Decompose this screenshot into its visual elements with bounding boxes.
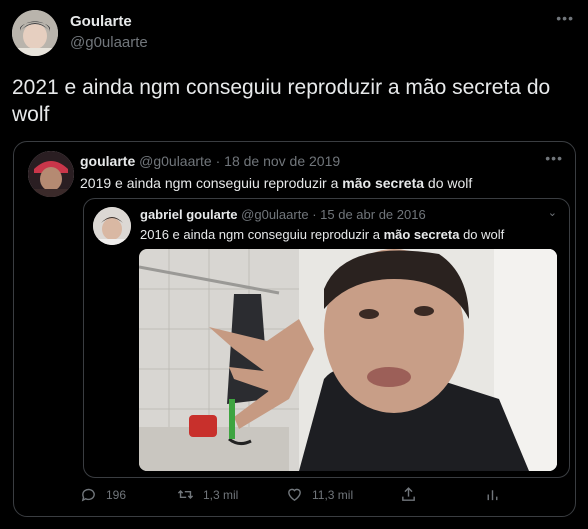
author-avatar[interactable] — [12, 10, 58, 56]
nested-text-part: do wolf — [459, 227, 505, 242]
tweet-text: 2021 e ainda ngm conseguiu reproduzir a … — [12, 76, 551, 126]
author-name[interactable]: Goularte — [70, 13, 132, 30]
quoted-date[interactable]: 18 de nov de 2019 — [224, 153, 340, 169]
nested-text-part: 2016 e ainda ngm conseguiu reproduzir a — [140, 227, 384, 242]
like-count: 11,3 mil — [312, 487, 354, 502]
share-button[interactable] — [400, 486, 417, 503]
quoted-tweet-text: 2019 e ainda ngm conseguiu reproduzir a … — [80, 175, 472, 191]
nested-quoted-tweet[interactable]: gabriel goularte @g0ulaarte · 15 de abr … — [83, 198, 570, 478]
reply-button[interactable]: 196 — [80, 486, 126, 503]
chevron-down-icon[interactable]: ⌄ — [548, 206, 557, 219]
more-icon[interactable]: ••• — [545, 150, 563, 166]
retweet-count: 1,3 mil — [203, 487, 239, 502]
nested-header: gabriel goularte @g0ulaarte · 15 de abr … — [140, 207, 426, 222]
nested-author-name[interactable]: gabriel goularte — [140, 207, 238, 222]
like-icon — [288, 488, 301, 502]
nested-author-avatar[interactable] — [93, 207, 131, 245]
separator-dot: · — [215, 153, 221, 169]
quoted-header: goularte @g0ulaarte · 18 de nov de 2019 — [80, 153, 340, 169]
quoted-text-part: do wolf — [424, 175, 473, 191]
action-bar: 196 1,3 mil 11,3 mil — [80, 486, 520, 506]
share-icon — [402, 487, 415, 501]
like-button[interactable]: 11,3 mil — [286, 486, 353, 503]
quoted-text-bold: mão secreta — [342, 175, 425, 191]
quoted-author-avatar[interactable] — [28, 151, 74, 197]
quoted-author-name[interactable]: goularte — [80, 153, 135, 169]
retweet-icon — [177, 489, 194, 500]
more-icon[interactable]: ••• — [556, 10, 574, 26]
author-handle[interactable]: @g0ulaarte — [70, 34, 148, 51]
separator-dot: · — [312, 207, 317, 222]
nested-tweet-text: 2016 e ainda ngm conseguiu reproduzir a … — [140, 227, 504, 242]
tweet-photo[interactable] — [139, 249, 557, 471]
nested-author-handle[interactable]: @g0ulaarte — [241, 207, 308, 222]
analytics-button[interactable] — [484, 486, 501, 503]
nested-date[interactable]: 15 de abr de 2016 — [320, 207, 426, 222]
quoted-author-handle[interactable]: @g0ulaarte — [139, 153, 212, 169]
reply-icon — [81, 488, 95, 502]
retweet-button[interactable]: 1,3 mil — [177, 486, 238, 503]
analytics-icon — [487, 490, 498, 501]
quoted-tweet[interactable]: goularte @g0ulaarte · 18 de nov de 2019 … — [13, 141, 576, 517]
reply-count: 196 — [106, 487, 127, 502]
nested-text-bold: mão secreta — [383, 227, 460, 242]
quoted-text-part: 2019 e ainda ngm conseguiu reproduzir a — [80, 175, 343, 191]
